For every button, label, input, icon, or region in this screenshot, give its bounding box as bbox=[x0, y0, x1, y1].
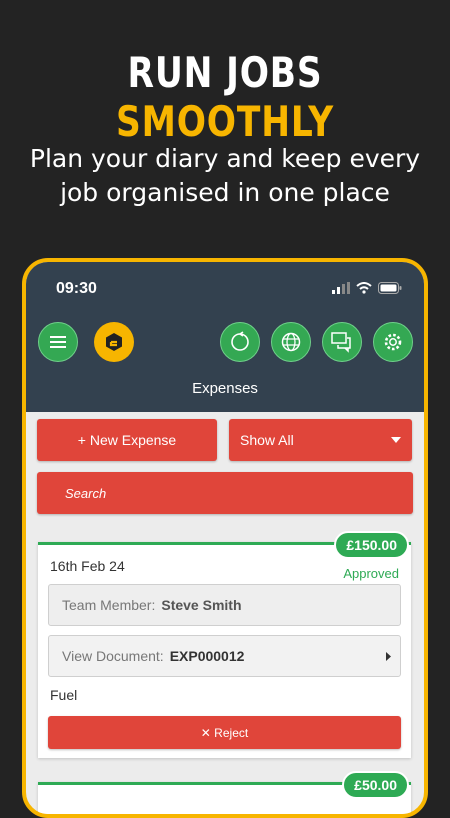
battery-icon bbox=[378, 282, 402, 294]
globe-icon bbox=[281, 332, 301, 352]
status-badge: Approved bbox=[343, 566, 399, 581]
subline-1: Plan your diary and keep every bbox=[29, 144, 421, 173]
app-logo bbox=[94, 322, 134, 362]
document-value: EXP000012 bbox=[169, 648, 245, 664]
status-icons bbox=[332, 282, 402, 294]
amount-badge: £50.00 bbox=[342, 771, 409, 799]
logo-icon bbox=[106, 333, 122, 351]
phone-frame: 09:30 Expenses + New Expense Show All Se… bbox=[22, 258, 428, 818]
amount-badge: £150.00 bbox=[334, 531, 409, 559]
signal-icon bbox=[332, 282, 350, 294]
filter-select[interactable]: Show All bbox=[229, 419, 412, 461]
menu-button[interactable] bbox=[38, 322, 78, 362]
expense-card[interactable]: £50.00 bbox=[38, 771, 411, 814]
expense-card[interactable]: £150.00 16th Feb 24 Approved Team Member… bbox=[38, 531, 411, 758]
chat-icon bbox=[331, 332, 351, 353]
headline-white: RUN JOBS bbox=[127, 48, 323, 97]
settings-button[interactable] bbox=[373, 322, 413, 362]
app-header: 09:30 Expenses bbox=[26, 262, 424, 412]
search-placeholder: Search bbox=[65, 485, 107, 501]
promo-headline: RUN JOBS SMOOTHLY bbox=[41, 48, 410, 146]
reject-button[interactable]: ✕ Reject bbox=[48, 716, 401, 749]
view-document-link[interactable]: View Document: EXP000012 bbox=[48, 635, 401, 677]
hamburger-icon bbox=[50, 336, 66, 348]
refresh-icon bbox=[231, 331, 249, 351]
new-expense-button[interactable]: + New Expense bbox=[37, 419, 217, 461]
page-title: Expenses bbox=[192, 380, 258, 397]
wifi-icon bbox=[356, 282, 372, 294]
expense-category: Fuel bbox=[50, 687, 78, 703]
status-time: 09:30 bbox=[56, 280, 97, 297]
search-input[interactable]: Search bbox=[37, 472, 413, 514]
expense-date: 16th Feb 24 bbox=[50, 558, 125, 574]
team-member-label: Team Member: bbox=[62, 597, 156, 613]
sync-button[interactable] bbox=[220, 322, 260, 362]
messages-button[interactable] bbox=[322, 322, 362, 362]
team-member-value: Steve Smith bbox=[161, 597, 242, 613]
team-member-field: Team Member: Steve Smith bbox=[48, 584, 401, 626]
headline-yellow: SMOOTHLY bbox=[115, 97, 335, 146]
caret-down-icon bbox=[391, 437, 401, 443]
promo-subline: Plan your diary and keep every job organ… bbox=[0, 142, 450, 210]
document-label: View Document: bbox=[62, 648, 164, 664]
gear-icon bbox=[384, 333, 402, 351]
filter-selected-value: Show All bbox=[240, 432, 294, 448]
web-button[interactable] bbox=[271, 322, 311, 362]
chevron-right-icon bbox=[386, 652, 391, 661]
subline-2: job organised in one place bbox=[60, 178, 390, 207]
